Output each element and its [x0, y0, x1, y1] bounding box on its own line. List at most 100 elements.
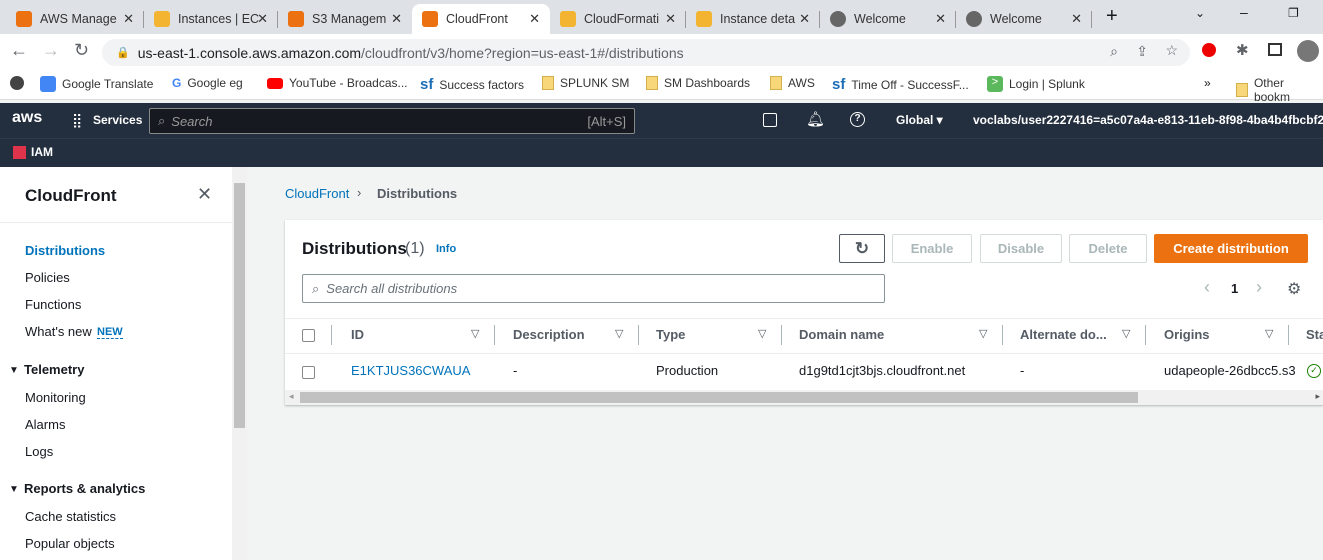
extensions-icon[interactable]: ✱: [1236, 41, 1249, 59]
info-link[interactable]: Info: [436, 243, 456, 255]
column-header-status[interactable]: Sta: [1306, 327, 1323, 342]
sidebar-item-distributions[interactable]: Distributions: [25, 243, 105, 258]
delete-button[interactable]: Delete: [1069, 234, 1147, 263]
side-panel-icon[interactable]: [1268, 43, 1282, 56]
bookmark[interactable]: SM Dashboards: [646, 76, 750, 90]
sort-icon[interactable]: ▽: [979, 327, 987, 340]
sort-icon[interactable]: ▽: [1265, 327, 1273, 340]
sort-icon[interactable]: ▽: [615, 327, 623, 340]
row-checkbox[interactable]: [302, 366, 315, 379]
bookmark[interactable]: sf Success factors: [420, 76, 524, 93]
bookmark-star-icon[interactable]: ☆: [1165, 42, 1178, 59]
enable-button[interactable]: Enable: [892, 234, 972, 263]
close-icon[interactable]: ✕: [391, 11, 402, 27]
aws-search-input[interactable]: ⌕ Search [Alt+S]: [149, 108, 635, 134]
sidebar-scrollbar[interactable]: [232, 167, 247, 560]
aws-logo[interactable]: aws: [12, 109, 42, 127]
browser-tab[interactable]: Welcome ✕: [956, 4, 1092, 34]
back-icon[interactable]: ←: [10, 40, 28, 61]
create-distribution-button[interactable]: Create distribution: [1154, 234, 1308, 263]
select-all-checkbox[interactable]: [302, 329, 315, 342]
column-header-domain-name[interactable]: Domain name: [799, 327, 884, 342]
browser-tab[interactable]: AWS Manage ✕: [6, 4, 144, 34]
close-icon[interactable]: ✕: [665, 11, 676, 27]
next-page-icon[interactable]: ›: [1256, 277, 1262, 298]
distribution-id-link[interactable]: E1KTJUS36CWAUA: [351, 363, 470, 378]
column-header-origins[interactable]: Origins: [1164, 327, 1210, 342]
bell-icon[interactable]: 🔔︎: [806, 110, 825, 128]
browser-tab[interactable]: Instance deta ✕: [686, 4, 820, 34]
close-icon[interactable]: ✕: [123, 11, 134, 27]
close-icon[interactable]: ✕: [935, 11, 946, 27]
sort-icon[interactable]: ▽: [471, 327, 479, 340]
reload-icon[interactable]: ↻: [74, 40, 89, 61]
region-selector[interactable]: Global ▾: [896, 113, 943, 127]
zoom-icon[interactable]: ⌕: [1110, 43, 1118, 60]
close-icon[interactable]: ✕: [529, 11, 540, 27]
close-icon[interactable]: ✕: [1071, 11, 1082, 27]
minimize-icon[interactable]: –: [1240, 4, 1248, 20]
refresh-button[interactable]: ↻: [839, 234, 885, 263]
column-header-id[interactable]: ID: [351, 327, 364, 342]
disable-button[interactable]: Disable: [980, 234, 1062, 263]
new-badge: NEW: [97, 326, 123, 339]
grid-icon[interactable]: ⣿: [72, 112, 82, 129]
browser-tab[interactable]: CloudFormati ✕: [550, 4, 686, 34]
other-bookmarks[interactable]: Other bookm: [1236, 76, 1323, 104]
restore-icon[interactable]: ❐: [1288, 6, 1299, 20]
bookmark[interactable]: sf Time Off - SuccessF...: [832, 76, 969, 93]
sidebar-item-popular-objects[interactable]: Popular objects: [25, 536, 115, 551]
browser-tab[interactable]: S3 Managem ✕: [278, 4, 412, 34]
scroll-left-icon[interactable]: ◂: [289, 391, 294, 402]
sidebar-item-cache-statistics[interactable]: Cache statistics: [25, 509, 116, 524]
cloudshell-icon[interactable]: [763, 113, 777, 127]
gear-icon[interactable]: ⚙: [1287, 279, 1301, 299]
browser-tab-active[interactable]: CloudFront ✕: [412, 4, 550, 34]
globe-icon[interactable]: [10, 76, 24, 90]
column-header-type[interactable]: Type: [656, 327, 685, 342]
account-menu[interactable]: voclabs/user2227416=a5c07a4a-e813-11eb-8…: [973, 113, 1323, 127]
services-menu[interactable]: Services: [93, 113, 142, 127]
sidebar-item-whats-new[interactable]: What's new: [25, 324, 92, 339]
column-header-alternate-domain[interactable]: Alternate do...: [1020, 327, 1107, 342]
forward-icon[interactable]: →: [42, 40, 60, 61]
caret-down-icon[interactable]: ▼: [9, 365, 19, 376]
section-telemetry[interactable]: Telemetry: [24, 362, 84, 377]
close-icon[interactable]: ✕: [799, 11, 810, 27]
prev-page-icon[interactable]: ‹: [1204, 277, 1210, 298]
sidebar-item-monitoring[interactable]: Monitoring: [25, 390, 86, 405]
browser-tab[interactable]: Instances | EC ✕: [144, 4, 278, 34]
caret-down-icon[interactable]: ▼: [9, 484, 19, 495]
url-bar[interactable]: 🔒 us-east-1.console.aws.amazon.com/cloud…: [102, 39, 1190, 66]
bookmark[interactable]: Google Translate: [40, 76, 153, 92]
sidebar-item-logs[interactable]: Logs: [25, 444, 53, 459]
close-icon[interactable]: ✕: [257, 11, 268, 27]
avatar[interactable]: [1297, 40, 1319, 62]
scroll-right-icon[interactable]: ▸: [1315, 391, 1320, 402]
new-tab-icon[interactable]: +: [1106, 5, 1118, 28]
distribution-search-input[interactable]: ⌕ Search all distributions: [302, 274, 885, 303]
bookmark[interactable]: SPLUNK SM: [542, 76, 629, 90]
favorite-iam[interactable]: IAM: [31, 145, 53, 159]
sort-icon[interactable]: ▽: [758, 327, 766, 340]
bookmark[interactable]: YouTube - Broadcas...: [267, 76, 408, 90]
sidebar-item-alarms[interactable]: Alarms: [25, 417, 65, 432]
table-horizontal-scrollbar[interactable]: ◂ ▸: [285, 390, 1323, 405]
bookmark[interactable]: G Google eg: [172, 76, 243, 90]
tab-search-icon[interactable]: ⌄: [1195, 6, 1205, 20]
opera-icon[interactable]: [1202, 43, 1216, 57]
section-reports[interactable]: Reports & analytics: [24, 481, 145, 496]
help-icon[interactable]: ?: [850, 112, 865, 127]
bookmarks-overflow[interactable]: »: [1204, 76, 1211, 90]
page-number[interactable]: 1: [1231, 281, 1238, 296]
column-header-description[interactable]: Description: [513, 327, 585, 342]
share-icon[interactable]: ⇪: [1136, 43, 1148, 60]
bookmark[interactable]: AWS: [770, 76, 815, 90]
close-icon[interactable]: ✕: [197, 184, 212, 205]
sidebar-item-functions[interactable]: Functions: [25, 297, 81, 312]
browser-tab[interactable]: Welcome ✕: [820, 4, 956, 34]
sidebar-item-policies[interactable]: Policies: [25, 270, 70, 285]
breadcrumb-cloudfront[interactable]: CloudFront: [285, 186, 349, 201]
bookmark[interactable]: > Login | Splunk: [987, 76, 1085, 92]
sort-icon[interactable]: ▽: [1122, 327, 1130, 340]
